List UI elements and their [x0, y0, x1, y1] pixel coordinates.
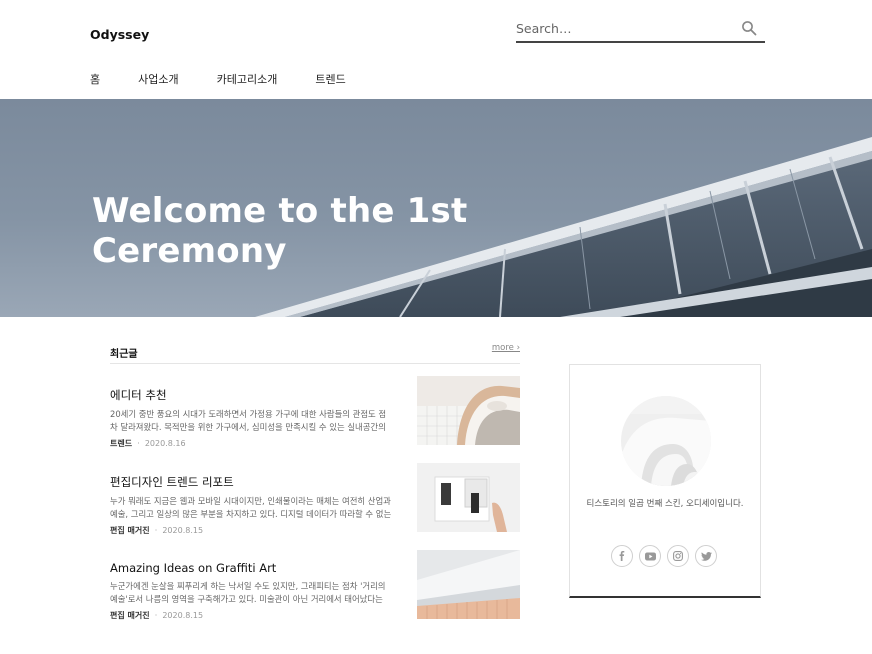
instagram-icon[interactable]	[667, 545, 689, 567]
post-date: 2020.8.15	[162, 526, 204, 535]
hero-title: Welcome to the 1st Ceremony	[92, 191, 472, 271]
meta-separator: ·	[154, 526, 158, 535]
meta-separator: ·	[137, 439, 140, 448]
post-category[interactable]: 편집 매거진	[110, 526, 150, 535]
recent-posts-header: 최근글 more ›	[110, 342, 520, 364]
more-link[interactable]: more ›	[492, 343, 520, 353]
post-date: 2020.8.15	[162, 611, 204, 620]
twitter-icon[interactable]	[695, 545, 717, 567]
nav-item-business[interactable]: 사업소개	[138, 71, 178, 87]
post-category[interactable]: 편집 매거진	[110, 611, 150, 620]
profile-sidebar: 티스토리의 일곱 번째 스킨, 오디세이입니다.	[569, 364, 761, 598]
post-excerpt: 누군가에겐 눈살을 찌푸리게 하는 낙서일 수도 있지만, 그래피티는 점차 '…	[110, 581, 386, 604]
search-bar	[516, 16, 765, 43]
social-links	[611, 545, 723, 567]
main-nav: 홈 사업소개 카테고리소개 트렌드	[90, 71, 384, 87]
post-date: 2020.8.16	[144, 439, 186, 448]
nav-item-category[interactable]: 카테고리소개	[217, 71, 278, 87]
search-input[interactable]	[516, 16, 731, 40]
post-item[interactable]: 편집디자인 트렌드 리포트 누가 뭐래도 지금은 웹과 모바일 시대이지만, 인…	[110, 463, 520, 544]
nav-item-home[interactable]: 홈	[90, 71, 100, 87]
post-category[interactable]: 트렌드	[110, 439, 132, 448]
search-icon[interactable]	[741, 20, 757, 36]
youtube-icon[interactable]	[639, 545, 661, 567]
hero-title-line1: Welcome to the 1st	[92, 191, 468, 231]
facebook-icon[interactable]	[611, 545, 633, 567]
post-item[interactable]: Amazing Ideas on Graffiti Art 누군가에겐 눈살을 …	[110, 550, 520, 631]
post-excerpt: 20세기 중반 풍요의 시대가 도래하면서 가정용 가구에 대한 사람들의 관점…	[110, 409, 387, 432]
post-excerpt: 누가 뭐래도 지금은 웹과 모바일 시대이지만, 인쇄물이라는 매체는 여전히 …	[110, 496, 392, 519]
post-thumbnail[interactable]	[417, 376, 520, 445]
post-thumbnail[interactable]	[417, 550, 520, 619]
profile-avatar	[621, 396, 711, 486]
section-title: 최근글	[110, 349, 138, 360]
hero-banner: Welcome to the 1st Ceremony	[0, 99, 872, 317]
profile-description: 티스토리의 일곱 번째 스킨, 오디세이입니다.	[586, 499, 744, 509]
site-logo[interactable]: Odyssey	[90, 27, 149, 42]
post-item[interactable]: 에디터 추천 20세기 중반 풍요의 시대가 도래하면서 가정용 가구에 대한 …	[110, 376, 520, 457]
nav-item-trend[interactable]: 트렌드	[315, 71, 345, 87]
hero-title-line2: Ceremony	[92, 231, 287, 271]
post-thumbnail[interactable]	[417, 463, 520, 532]
meta-separator: ·	[154, 611, 158, 620]
